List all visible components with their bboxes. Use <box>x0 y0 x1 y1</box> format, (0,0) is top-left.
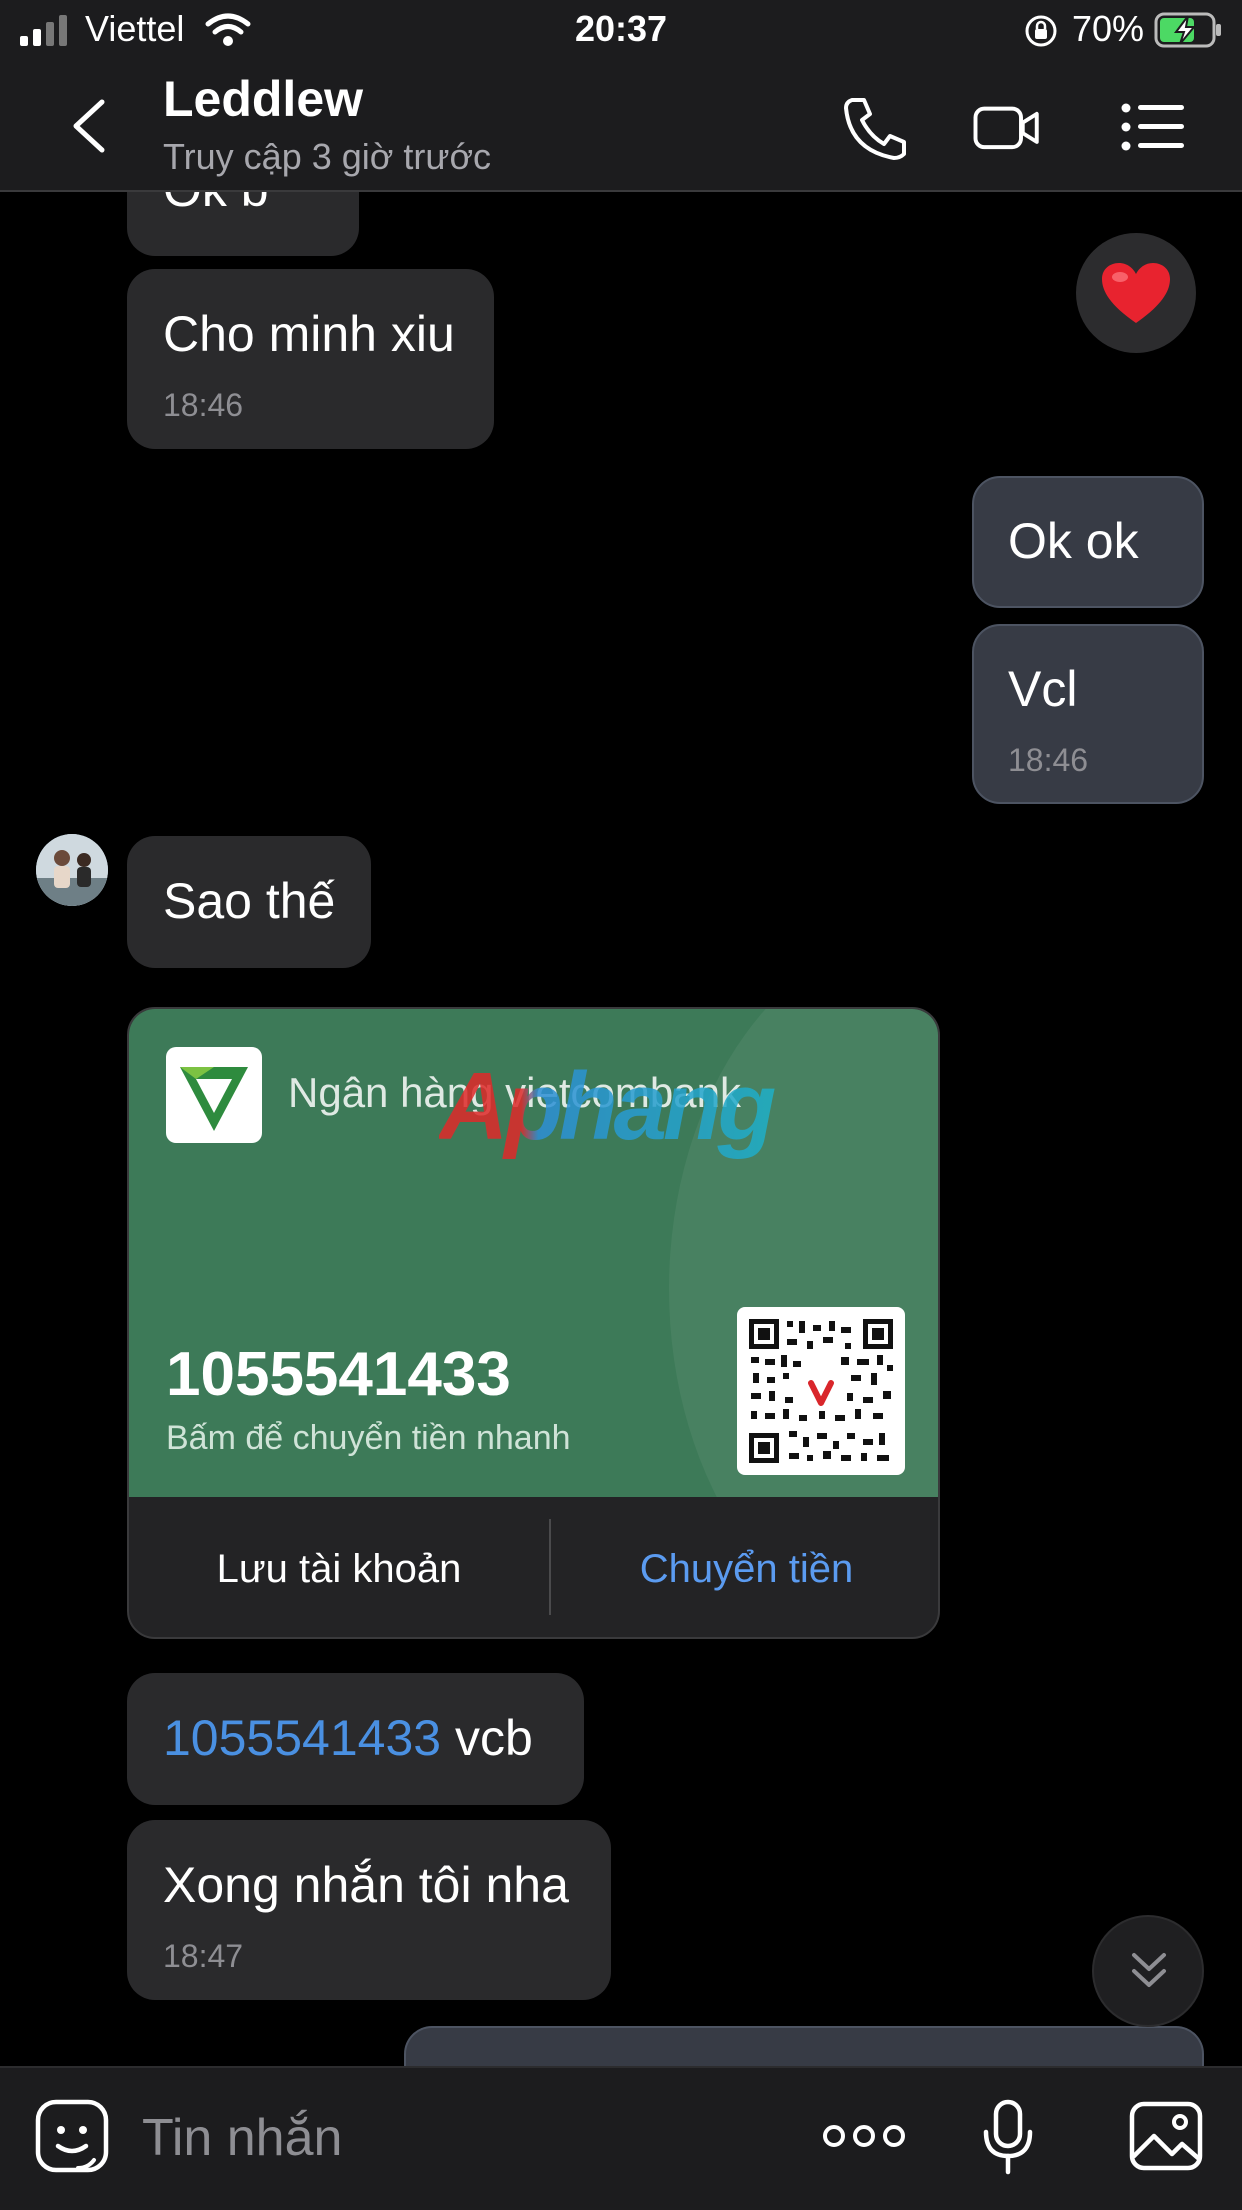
message-text: Sao thế <box>163 873 336 929</box>
message-text: Cho minh xiu <box>163 306 455 362</box>
more-options-icon[interactable] <box>822 2114 906 2158</box>
battery-percent: 70% <box>1072 8 1145 49</box>
phone-icon[interactable] <box>840 94 910 160</box>
message-bubble-in[interactable]: Sao thế <box>127 836 371 968</box>
watermark-logo: Aphang <box>437 1053 819 1189</box>
account-number: 1055541433 <box>166 1340 511 1409</box>
scroll-to-bottom-button[interactable] <box>1092 1915 1204 2027</box>
avatar[interactable] <box>36 834 108 906</box>
vietcombank-logo-icon <box>166 1047 262 1143</box>
heart-reaction-icon <box>1102 263 1170 323</box>
image-gallery-icon[interactable] <box>1128 2100 1204 2172</box>
message-bubble-in[interactable]: 1055541433 vcb <box>127 1673 584 1805</box>
save-account-button[interactable]: Lưu tài khoản <box>129 1497 549 1637</box>
microphone-icon[interactable] <box>980 2098 1036 2178</box>
message-bubble-in[interactable]: Cho minh xiu 18:46 <box>127 269 494 449</box>
message-text: Vcl <box>1008 661 1078 717</box>
qr-code-icon[interactable] <box>737 1307 905 1475</box>
menu-list-icon[interactable] <box>1118 94 1188 160</box>
bank-account-card[interactable]: Ngân hàng vietcombank Aphang 1055541433 … <box>127 1007 940 1639</box>
message-input[interactable]: Tin nhắn <box>142 2108 342 2168</box>
message-bubble-out[interactable]: Ok ok <box>972 476 1204 608</box>
video-camera-icon[interactable] <box>972 94 1042 160</box>
message-clip: Ok b <box>0 192 1242 262</box>
svg-text:Aphang: Aphang <box>439 1057 775 1160</box>
message-text: Ok ok <box>1008 513 1139 569</box>
message-time: 18:46 <box>1008 742 1089 778</box>
message-bubble-out[interactable]: Vcl 18:46 <box>972 624 1204 804</box>
reaction-badge[interactable] <box>1076 233 1196 353</box>
sticker-emoji-icon[interactable] <box>34 2098 110 2174</box>
orientation-lock-icon <box>1025 15 1057 47</box>
account-number-link[interactable]: 1055541433 <box>163 1710 441 1766</box>
message-text: 1055541433 vcb <box>163 1709 533 1767</box>
transfer-money-button[interactable]: Chuyển tiền <box>551 1497 938 1637</box>
bank-card-body[interactable]: Ngân hàng vietcombank Aphang 1055541433 … <box>129 1009 938 1497</box>
avatar-photo <box>36 834 108 906</box>
back-chevron-icon[interactable] <box>64 96 114 156</box>
message-text-suffix: vcb <box>441 1710 533 1766</box>
last-seen-status: Truy cập 3 giờ trước <box>163 136 492 177</box>
double-chevron-down-icon <box>1132 1953 1166 1987</box>
account-hint: Bấm để chuyển tiền nhanh <box>166 1419 571 1457</box>
battery-charging-icon <box>1154 12 1221 48</box>
contact-name[interactable]: Leddlew <box>163 70 363 128</box>
message-text: Ok b <box>163 192 269 218</box>
message-bubble-in[interactable]: Xong nhắn tôi nha 18:47 <box>127 1820 611 2000</box>
message-time: 18:46 <box>163 387 244 423</box>
message-text: Xong nhắn tôi nha <box>163 1857 569 1913</box>
message-bubble-in[interactable]: Ok b <box>127 192 359 256</box>
message-time: 18:47 <box>163 1938 244 1974</box>
